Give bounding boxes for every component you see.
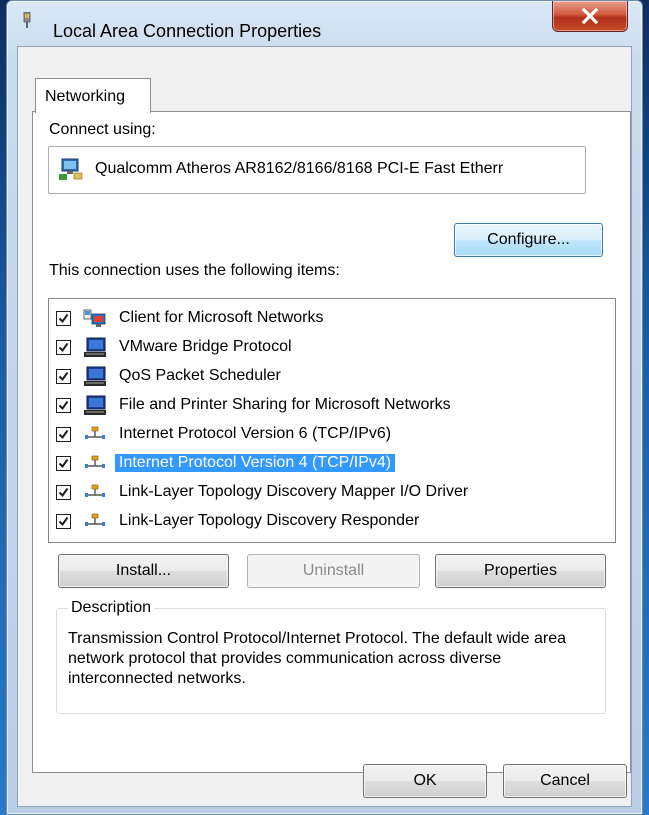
title-bar[interactable]: Local Area Connection Properties — [7, 1, 642, 41]
items-list[interactable]: Client for Microsoft Networks VMware Bri… — [48, 298, 616, 543]
adapter-field: Qualcomm Atheros AR8162/8166/8168 PCI-E … — [48, 146, 586, 194]
client-network-icon — [83, 309, 106, 327]
item-checkbox[interactable] — [56, 427, 71, 442]
checkmark-icon — [58, 400, 69, 411]
network-protocol-icon — [85, 513, 105, 526]
checkmark-icon — [58, 342, 69, 353]
item-label: Client for Microsoft Networks — [119, 309, 324, 326]
item-label: QoS Packet Scheduler — [119, 367, 281, 384]
tab-networking-label: Networking — [45, 88, 126, 105]
window-title: Local Area Connection Properties — [53, 21, 322, 41]
dialog-client-area: Networking Connect using: Qualcomm Ather… — [17, 46, 632, 807]
network-adapter-icon — [59, 158, 83, 180]
list-item-client-for-microsoft-networks[interactable]: Client for Microsoft Networks — [49, 305, 615, 334]
list-item-vmware-bridge-protocol[interactable]: VMware Bridge Protocol — [49, 334, 615, 363]
item-checkbox[interactable] — [56, 398, 71, 413]
items-label: This connection uses the following items… — [49, 262, 340, 279]
uninstall-button[interactable]: Uninstall — [247, 554, 420, 588]
network-protocol-icon — [85, 484, 105, 497]
item-checkbox[interactable] — [56, 311, 71, 326]
network-protocol-icon — [85, 426, 105, 439]
checkmark-icon — [58, 458, 69, 469]
connect-using-label: Connect using: — [49, 121, 156, 138]
computer-protocol-icon — [84, 366, 106, 386]
install-button[interactable]: Install... — [58, 554, 229, 588]
close-icon — [581, 8, 599, 24]
checkmark-icon — [58, 429, 69, 440]
list-item-lltd-responder[interactable]: Link-Layer Topology Discovery Responder — [49, 508, 615, 537]
list-item-file-and-printer-sharing[interactable]: File and Printer Sharing for Microsoft N… — [49, 392, 615, 421]
item-checkbox[interactable] — [56, 485, 71, 500]
properties-dialog: Local Area Connection Properties Network… — [6, 0, 643, 815]
network-protocol-icon — [85, 455, 105, 468]
item-label: Link-Layer Topology Discovery Responder — [119, 512, 420, 529]
list-item-ipv6[interactable]: Internet Protocol Version 6 (TCP/IPv6) — [49, 421, 615, 450]
item-label: File and Printer Sharing for Microsoft N… — [119, 396, 451, 413]
item-label: Internet Protocol Version 4 (TCP/IPv4) — [115, 454, 396, 472]
item-checkbox[interactable] — [56, 514, 71, 529]
list-item-qos-packet-scheduler[interactable]: QoS Packet Scheduler — [49, 363, 615, 392]
item-label: VMware Bridge Protocol — [119, 338, 292, 355]
description-title: Description — [68, 599, 155, 617]
configure-button[interactable]: Configure... — [454, 223, 603, 257]
item-checkbox[interactable] — [56, 456, 71, 471]
ok-button[interactable]: OK — [363, 764, 487, 798]
computer-protocol-icon — [84, 395, 106, 415]
checkmark-icon — [58, 371, 69, 382]
list-item-ipv4[interactable]: Internet Protocol Version 4 (TCP/IPv4) — [49, 450, 615, 479]
list-item-lltd-mapper[interactable]: Link-Layer Topology Discovery Mapper I/O… — [49, 479, 615, 508]
checkmark-icon — [58, 487, 69, 498]
item-checkbox[interactable] — [56, 340, 71, 355]
close-button[interactable] — [552, 1, 628, 32]
item-label: Link-Layer Topology Discovery Mapper I/O… — [119, 483, 469, 500]
cancel-button[interactable]: Cancel — [503, 764, 627, 798]
description-text: Transmission Control Protocol/Internet P… — [68, 630, 567, 687]
tab-networking[interactable]: Networking — [35, 78, 151, 113]
item-label: Internet Protocol Version 6 (TCP/IPv6) — [119, 425, 392, 442]
item-checkbox[interactable] — [56, 369, 71, 384]
checkmark-icon — [58, 313, 69, 324]
adapter-name: Qualcomm Atheros AR8162/8166/8168 PCI-E … — [95, 160, 504, 177]
network-adapter-icon — [23, 12, 31, 28]
properties-button[interactable]: Properties — [435, 554, 606, 588]
computer-protocol-icon — [84, 337, 106, 357]
checkmark-icon — [58, 516, 69, 527]
